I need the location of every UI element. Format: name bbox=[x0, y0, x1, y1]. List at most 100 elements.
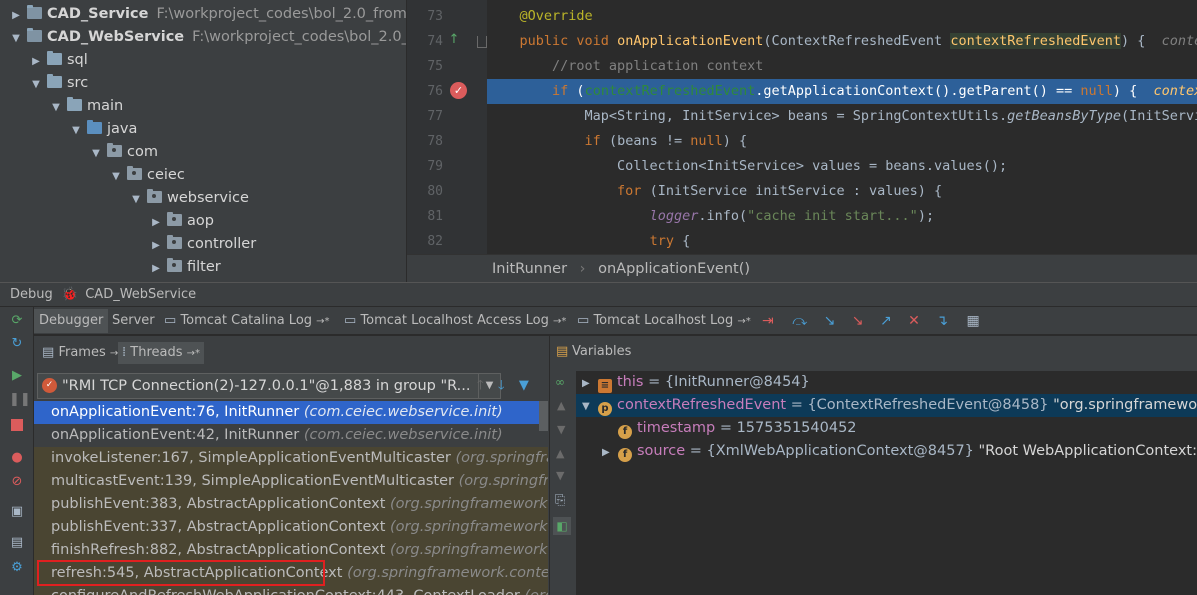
variables-list[interactable]: ▶ ≡ this = {InitRunner@8454} ▼ p contextRefre… bbox=[576, 371, 1197, 595]
breadcrumb-class[interactable]: InitRunner bbox=[492, 261, 567, 277]
tree-item-java[interactable]: ▼ java bbox=[68, 118, 137, 141]
project-tree: ▶ CAD_Service F:\workproject_codes\bol_2.0… bbox=[0, 0, 407, 282]
stack-frame[interactable]: finishRefresh:882, AbstractApplicationCo… bbox=[34, 539, 548, 562]
frames-tab[interactable]: ▤ Frames →* bbox=[38, 342, 127, 364]
folder-icon bbox=[47, 51, 62, 65]
chevron-down-icon[interactable]: ▼ bbox=[68, 119, 84, 142]
tab-tomcat-localhost-access-log[interactable]: ▭ Tomcat Localhost Access Log →* bbox=[339, 309, 571, 333]
chevron-down-icon[interactable]: ▼ bbox=[108, 165, 124, 188]
debug-config-name[interactable]: CAD_WebService bbox=[85, 287, 196, 302]
chevron-right-icon[interactable]: ▶ bbox=[602, 441, 618, 463]
frame-package: (org.springframework.context.sup bbox=[347, 565, 548, 581]
tree-item-label: ceiec bbox=[147, 167, 185, 183]
stack-frame[interactable]: multicastEvent:139, SimpleApplicationEve… bbox=[34, 470, 548, 493]
watch-icon[interactable]: ∞ bbox=[555, 375, 565, 389]
filter-icon[interactable]: ▼ bbox=[519, 378, 529, 393]
variable-row[interactable]: ▶ f source = {XmlWebApplicationContext@845… bbox=[576, 440, 1197, 463]
down-frame-icon[interactable]: 🡓 bbox=[498, 378, 505, 393]
settings-icon[interactable]: ⚙ bbox=[9, 560, 25, 576]
tab-server[interactable]: Server bbox=[107, 309, 160, 333]
update-icon[interactable]: ↻ bbox=[9, 336, 25, 352]
tree-item-path: F:\workproject_codes\bol_2.0_from_proc bbox=[156, 6, 407, 22]
tree-item-cad_service[interactable]: ▶ CAD_Service F:\workproject_codes\bol_2.0… bbox=[8, 3, 407, 27]
frame-list-scrollbar[interactable] bbox=[539, 401, 548, 431]
highlight-annotation-box bbox=[37, 560, 325, 586]
layout-icon[interactable]: ▤ bbox=[9, 535, 25, 551]
tree-item-controller[interactable]: ▶ controller bbox=[148, 233, 256, 256]
stack-frame[interactable]: invokeListener:167, SimpleApplicationEve… bbox=[34, 447, 548, 470]
step-over-icon[interactable]: ⤼ bbox=[792, 313, 807, 329]
breadcrumb-method[interactable]: onApplicationEvent() bbox=[598, 261, 750, 277]
chevron-right-icon[interactable]: ▶ bbox=[8, 4, 24, 27]
tree-item-label: controller bbox=[187, 236, 257, 252]
breakpoint-icon[interactable]: ✓ bbox=[450, 82, 467, 99]
camera-icon[interactable]: ▣ bbox=[9, 504, 25, 520]
variable-row[interactable]: f timestamp = 1575351540452 bbox=[576, 417, 1197, 440]
chevron-right-icon[interactable]: ▶ bbox=[148, 211, 164, 234]
fold-icon[interactable] bbox=[477, 36, 487, 48]
down-icon[interactable]: ▼ bbox=[557, 423, 565, 436]
step-into-icon[interactable]: ↘ bbox=[824, 313, 836, 329]
drop-frame-icon[interactable]: ✕ bbox=[908, 313, 920, 329]
tab-tomcat-localhost-log[interactable]: ▭ Tomcat Localhost Log →* bbox=[572, 309, 756, 333]
stack-frame[interactable]: configureAndRefreshWebApplicationContext… bbox=[34, 585, 548, 595]
code-editor[interactable]: 73 74 75 76 77 78 79 80 81 82 ↑ ✓ @Override publi… bbox=[407, 0, 1197, 254]
pause-icon[interactable]: ❚❚ bbox=[9, 392, 31, 408]
chevron-right-icon[interactable]: ▶ bbox=[28, 50, 44, 73]
chevron-right-icon[interactable]: ▶ bbox=[148, 234, 164, 257]
step-out-icon[interactable]: ↗ bbox=[880, 313, 892, 329]
tree-item-ceiec[interactable]: ▼ ceiec bbox=[108, 164, 185, 187]
tree-item-src[interactable]: ▼ src bbox=[28, 72, 88, 95]
tree-item-com[interactable]: ▼ com bbox=[88, 141, 158, 164]
stack-frame[interactable]: onApplicationEvent:76, InitRunner (com.c… bbox=[34, 401, 548, 424]
pin-icon: →* bbox=[316, 316, 330, 327]
tree-item-sql[interactable]: ▶ sql bbox=[28, 49, 88, 72]
up-frame-icon[interactable]: 🡑 bbox=[477, 378, 484, 393]
tree-item-cad_webservice[interactable]: ▼ CAD_WebService F:\workproject_codes\bol_… bbox=[8, 26, 406, 50]
chevron-down-icon[interactable]: ▼ bbox=[128, 188, 144, 211]
folder-icon bbox=[47, 74, 62, 88]
frame-package: (org.springframework bbox=[458, 473, 548, 489]
chevron-down-icon[interactable]: ▼ bbox=[8, 27, 24, 50]
resume-icon[interactable]: ▶ bbox=[9, 368, 25, 384]
chevron-down-icon[interactable]: ▼ bbox=[88, 142, 104, 165]
mute-breakpoints-icon[interactable]: ⊘ bbox=[9, 474, 25, 490]
evaluate-expression-icon[interactable]: ▦ bbox=[967, 313, 980, 329]
stack-frame[interactable]: publishEvent:337, AbstractApplicationCon… bbox=[34, 516, 548, 539]
tab-debugger[interactable]: Debugger bbox=[34, 309, 109, 333]
override-method-icon[interactable]: ↑ bbox=[447, 31, 461, 49]
rerun-icon[interactable]: ⟳ bbox=[9, 313, 25, 329]
show-types-icon[interactable]: ◧ bbox=[553, 517, 571, 535]
thread-select-value: "RMI TCP Connection(2)-127.0.0.1"@1,883 … bbox=[62, 378, 471, 394]
clipboard-icon[interactable]: ⎘ bbox=[555, 493, 565, 508]
tree-item-path: F:\workproject_codes\bol_2.0_from bbox=[192, 29, 406, 45]
variable-name: this bbox=[617, 374, 644, 390]
threads-tab[interactable]: ⁞ Threads →* bbox=[118, 342, 205, 364]
force-step-into-icon[interactable]: ↘ bbox=[852, 313, 864, 329]
run-to-cursor-icon[interactable]: ↴ bbox=[936, 313, 948, 329]
show-execution-point-icon[interactable]: ⇥ bbox=[762, 313, 774, 329]
tree-item-filter[interactable]: ▶ filter bbox=[148, 256, 221, 279]
duplicate-icon[interactable]: ▼ bbox=[556, 469, 564, 482]
thread-select[interactable]: ✓ "RMI TCP Connection(2)-127.0.0.1"@1,88… bbox=[37, 373, 501, 399]
chevron-down-icon[interactable]: ▼ bbox=[582, 395, 598, 417]
chevron-right-icon[interactable]: ▶ bbox=[582, 372, 598, 394]
up-icon[interactable]: ▲ bbox=[557, 399, 565, 412]
frame-method: onApplicationEvent:76, InitRunner bbox=[51, 404, 300, 420]
tree-item-label: webservice bbox=[167, 190, 249, 206]
tree-item-main[interactable]: ▼ main bbox=[48, 95, 123, 118]
tab-tomcat-catalina-log[interactable]: ▭ Tomcat Catalina Log →* bbox=[159, 309, 335, 333]
stack-frame[interactable]: publishEvent:383, AbstractApplicationCon… bbox=[34, 493, 548, 516]
copy-icon[interactable]: ▲ bbox=[556, 447, 564, 460]
stop-icon[interactable] bbox=[9, 417, 25, 433]
debug-title-label: Debug bbox=[10, 287, 53, 302]
variable-row[interactable]: ▼ p contextRefreshedEvent = {ContextRefres… bbox=[576, 394, 1197, 417]
chevron-right-icon[interactable]: ▶ bbox=[148, 257, 164, 280]
chevron-down-icon[interactable]: ▼ bbox=[28, 73, 44, 96]
tree-item-aop[interactable]: ▶ aop bbox=[148, 210, 214, 233]
variable-row[interactable]: ▶ ≡ this = {InitRunner@8454} bbox=[576, 371, 1197, 394]
tree-item-webservice[interactable]: ▼ webservice bbox=[128, 187, 249, 210]
chevron-down-icon[interactable]: ▼ bbox=[48, 96, 64, 119]
view-breakpoints-icon[interactable]: ● bbox=[9, 450, 25, 466]
stack-frame[interactable]: onApplicationEvent:42, InitRunner (com.c… bbox=[34, 424, 548, 447]
